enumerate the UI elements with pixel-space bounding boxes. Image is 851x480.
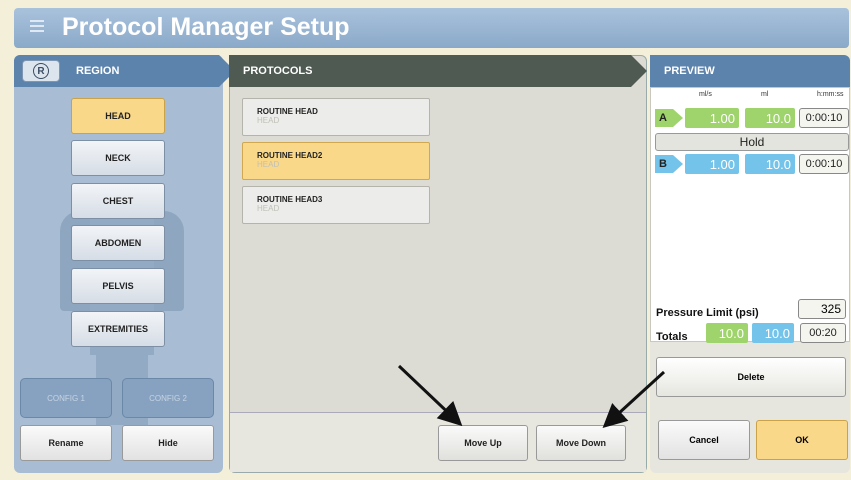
phase-a-volume[interactable]: 10.0 [745, 108, 795, 128]
region-header: R REGION [14, 55, 235, 87]
config-2-button[interactable]: CONFIG 2 [122, 378, 214, 418]
col-time-header: h:mm:ss [817, 91, 844, 98]
phase-b-row[interactable]: B 1.00 10.0 0:00:10 [655, 154, 849, 174]
preview-header-label: PREVIEW [664, 65, 715, 77]
r-icon: R [33, 63, 49, 79]
region-panel: HEAD NECK CHEST ABDOMEN PELVIS EXTREMITI… [14, 55, 223, 473]
phase-b-flow[interactable]: 1.00 [685, 154, 739, 174]
totals-label: Totals [656, 331, 688, 343]
phase-b-time[interactable]: 0:00:10 [799, 154, 849, 174]
preview-panel: PREVIEW ml/s ml h:mm:ss A 1.00 10.0 0:00… [650, 55, 850, 473]
hold-row[interactable]: Hold [655, 133, 849, 151]
hide-button[interactable]: Hide [122, 425, 214, 461]
region-extremities-button[interactable]: EXTREMITIES [71, 311, 165, 347]
cancel-button[interactable]: Cancel [658, 420, 750, 460]
rename-button[interactable]: Rename [20, 425, 112, 461]
move-down-button[interactable]: Move Down [536, 425, 626, 461]
phase-a-flow[interactable]: 1.00 [685, 108, 739, 128]
page-title: Protocol Manager Setup [62, 13, 350, 41]
phase-b-tag: B [655, 155, 683, 173]
region-header-label: REGION [76, 65, 120, 77]
protocols-footer: Move Up Move Down [230, 412, 646, 472]
move-up-button[interactable]: Move Up [438, 425, 528, 461]
protocol-name: ROUTINE HEAD3 [257, 195, 323, 204]
totals-contrast: 10.0 [706, 323, 748, 343]
protocol-item[interactable]: ROUTINE HEAD3 HEAD [242, 186, 430, 224]
ok-button[interactable]: OK [756, 420, 848, 460]
delete-button[interactable]: Delete [656, 357, 846, 397]
protocol-name: ROUTINE HEAD [257, 107, 318, 116]
protocol-item[interactable]: ROUTINE HEAD HEAD [242, 98, 430, 136]
preview-header: PREVIEW [650, 55, 850, 87]
col-flow-header: ml/s [699, 91, 712, 98]
phase-a-row[interactable]: A 1.00 10.0 0:00:10 [655, 108, 849, 128]
phase-a-time[interactable]: 0:00:10 [799, 108, 849, 128]
protocols-header: PROTOCOLS [229, 55, 647, 87]
region-r-button[interactable]: R [22, 60, 60, 82]
region-neck-button[interactable]: NECK [71, 140, 165, 176]
protocols-panel: ROUTINE HEAD HEAD ROUTINE HEAD2 HEAD ROU… [229, 55, 647, 473]
region-abdomen-button[interactable]: ABDOMEN [71, 225, 165, 261]
pressure-limit-value[interactable]: 325 [798, 299, 846, 319]
protocol-region: HEAD [257, 160, 280, 169]
col-volume-header: ml [761, 91, 769, 98]
region-pelvis-button[interactable]: PELVIS [71, 268, 165, 304]
config-1-button[interactable]: CONFIG 1 [20, 378, 112, 418]
title-bar: Protocol Manager Setup [14, 8, 849, 48]
phase-b-volume[interactable]: 10.0 [745, 154, 795, 174]
menu-icon[interactable] [30, 20, 46, 34]
pressure-limit-label: Pressure Limit (psi) [656, 307, 759, 319]
protocol-region: HEAD [257, 204, 280, 213]
protocols-header-label: PROTOCOLS [243, 65, 313, 77]
totals-time: 00:20 [800, 323, 846, 343]
protocol-item-selected[interactable]: ROUTINE HEAD2 HEAD [242, 142, 430, 180]
phase-a-tag: A [655, 109, 683, 127]
protocol-region: HEAD [257, 116, 280, 125]
protocol-name: ROUTINE HEAD2 [257, 151, 323, 160]
region-chest-button[interactable]: CHEST [71, 183, 165, 219]
totals-saline: 10.0 [752, 323, 794, 343]
region-head-button[interactable]: HEAD [71, 98, 165, 134]
